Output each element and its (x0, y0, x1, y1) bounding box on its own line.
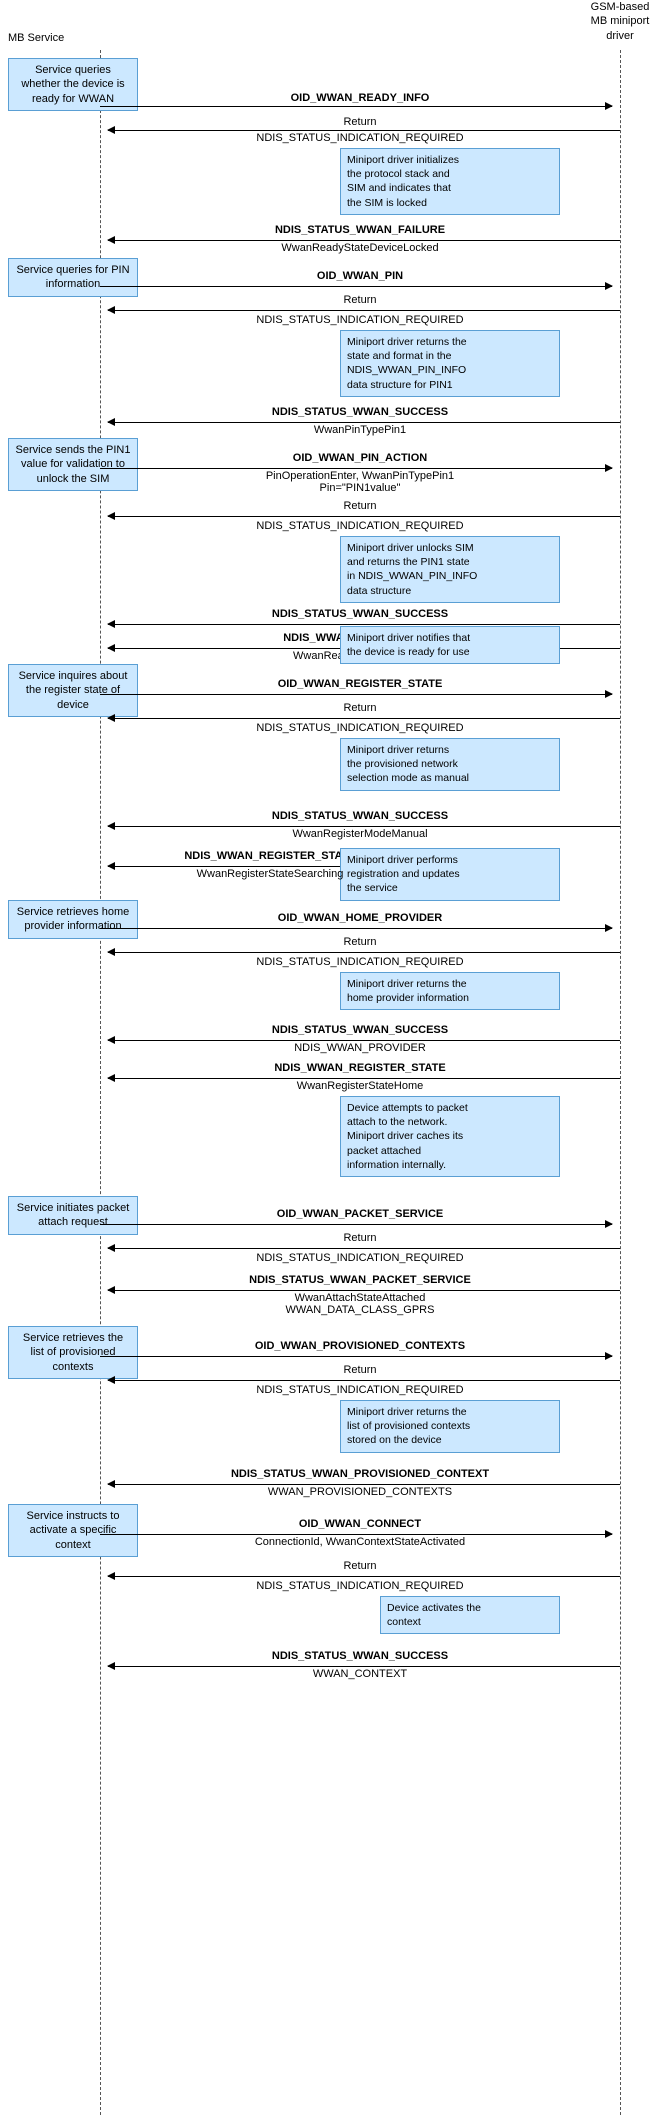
note-miniport-provisioned: Miniport driver returns thelist of provi… (340, 1400, 560, 1453)
ndis-indication-8: NDIS_STATUS_INDICATION_REQUIRED (100, 1580, 620, 1592)
wwan-pin-type: WwanPinTypePin1 (100, 424, 620, 436)
note-service-activate-context: Service instructs toactivate a specificc… (8, 1504, 138, 1557)
wwan-ready-state-locked: WwanReadyStateDeviceLocked (100, 242, 620, 254)
mb-service-label: MB Service (8, 32, 64, 44)
ndis-indication-5: NDIS_STATUS_INDICATION_REQUIRED (100, 956, 620, 968)
note-miniport-network-mode: Miniport driver returnsthe provisioned n… (340, 738, 560, 791)
note-miniport-ready: Miniport driver notifies thatthe device … (340, 626, 560, 664)
sequence-diagram: MB Service GSM-basedMB miniportdriver Se… (0, 0, 663, 2116)
wwan-register-searching: WwanRegisterStateSearching (100, 868, 440, 880)
ndis-indication-4: NDIS_STATUS_INDICATION_REQUIRED (100, 722, 620, 734)
wwan-context: WWAN_CONTEXT (100, 1668, 620, 1680)
wwan-register-home: WwanRegisterStateHome (100, 1080, 620, 1092)
note-device-packet-attach: Device attempts to packetattach to the n… (340, 1096, 560, 1177)
wwan-attach-state: WwanAttachStateAttachedWWAN_DATA_CLASS_G… (100, 1292, 620, 1316)
wwan-register-mode-manual: WwanRegisterModeManual (100, 828, 620, 840)
note-miniport-unlock: Miniport driver unlocks SIMand returns t… (340, 536, 560, 603)
ndis-indication-1: NDIS_STATUS_INDICATION_REQUIRED (100, 132, 620, 144)
note-miniport-pin-state: Miniport driver returns thestate and for… (340, 330, 560, 397)
gsm-driver-label: GSM-basedMB miniportdriver (580, 0, 660, 43)
wwan-provisioned-contexts: WWAN_PROVISIONED_CONTEXTS (100, 1486, 620, 1498)
connect-params: ConnectionId, WwanContextStateActivated (100, 1536, 620, 1548)
ndis-indication-7: NDIS_STATUS_INDICATION_REQUIRED (100, 1384, 620, 1396)
lifeline-gsm-driver (620, 50, 621, 2115)
note-miniport-init: Miniport driver initializesthe protocol … (340, 148, 560, 215)
ndis-indication-3: NDIS_STATUS_INDICATION_REQUIRED (100, 520, 620, 532)
note-miniport-home-provider: Miniport driver returns thehome provider… (340, 972, 560, 1010)
ndis-indication-2: NDIS_STATUS_INDICATION_REQUIRED (100, 314, 620, 326)
ndis-wwan-provider: NDIS_WWAN_PROVIDER (100, 1042, 620, 1054)
note-device-activates: Device activates thecontext (380, 1596, 560, 1634)
ndis-indication-6: NDIS_STATUS_INDICATION_REQUIRED (100, 1252, 620, 1264)
pin-action-params: PinOperationEnter, WwanPinTypePin1Pin="P… (100, 470, 620, 494)
